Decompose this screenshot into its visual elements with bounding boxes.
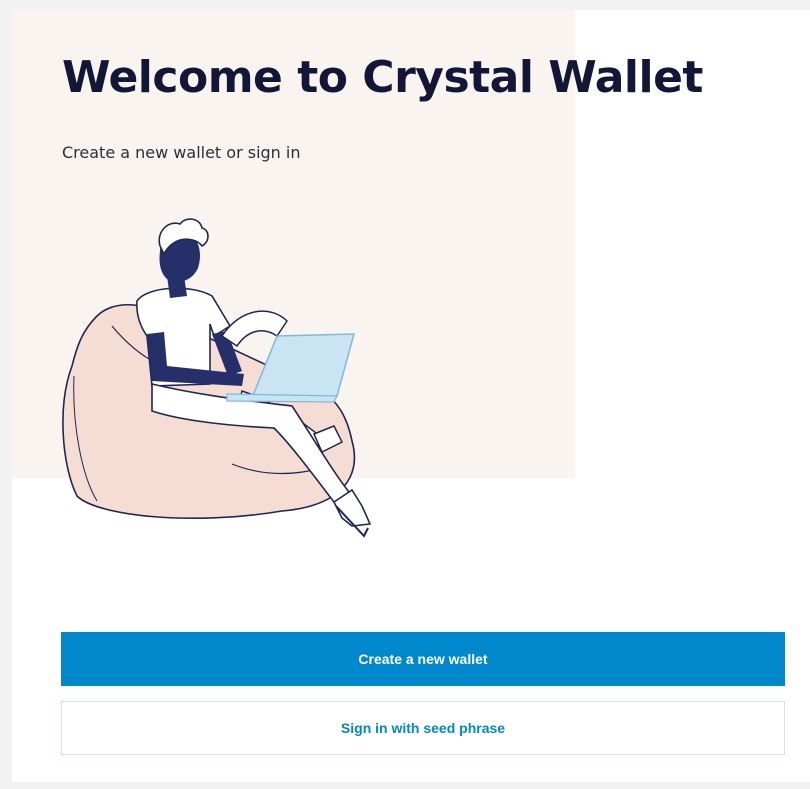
page-subtitle: Create a new wallet or sign in (62, 143, 301, 162)
create-wallet-button[interactable]: Create a new wallet (61, 632, 785, 686)
sign-in-seed-phrase-button[interactable]: Sign in with seed phrase (61, 701, 785, 755)
laptop-screen (250, 333, 355, 399)
page-title: Welcome to Crystal Wallet (62, 52, 703, 103)
person-on-beanbag-illustration (62, 218, 372, 538)
laptop-base (226, 393, 338, 403)
welcome-screen: Welcome to Crystal Wallet Create a new w… (12, 10, 810, 782)
